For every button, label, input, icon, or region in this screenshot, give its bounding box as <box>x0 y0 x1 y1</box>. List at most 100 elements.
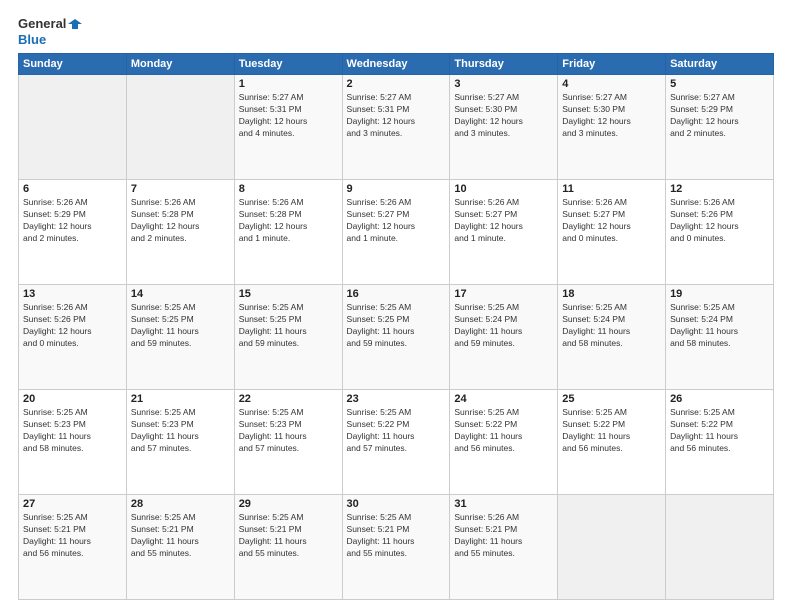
page: General Blue SundayMondayTuesdayWednesda… <box>0 0 792 612</box>
logo-text: General Blue <box>18 16 82 47</box>
calendar-cell: 21 Sunrise: 5:25 AMSunset: 5:23 PMDayligh… <box>126 390 234 495</box>
calendar-cell: 12Sunrise: 5:26 AMSunset: 5:26 PMDayligh… <box>666 180 774 285</box>
day-info: Sunrise: 5:27 AMSunset: 5:29 PMDaylight:… <box>670 92 769 140</box>
calendar-cell <box>126 75 234 180</box>
day-info: Sunrise: 5:27 AMSunset: 5:31 PMDaylight:… <box>347 92 446 140</box>
day-info: Sunrise: 5:27 AMSunset: 5:30 PMDaylight:… <box>562 92 661 140</box>
day-number: 18 <box>562 288 661 300</box>
calendar-cell: 19 Sunrise: 5:25 AMSunset: 5:24 PMDayligh… <box>666 285 774 390</box>
calendar-cell: 30 Sunrise: 5:25 AMSunset: 5:21 PMDayligh… <box>342 495 450 600</box>
day-number: 7 <box>131 183 230 195</box>
week-row-1: 6Sunrise: 5:26 AMSunset: 5:29 PMDaylight… <box>19 180 774 285</box>
day-number: 30 <box>347 498 446 510</box>
day-number: 19 <box>670 288 769 300</box>
calendar-cell: 2 Sunrise: 5:27 AMSunset: 5:31 PMDaylight… <box>342 75 450 180</box>
day-info: Sunrise: 5:25 AMSunset: 5:22 PMDaylight:… <box>454 407 553 455</box>
day-info: Sunrise: 5:25 AMSunset: 5:21 PMDaylight:… <box>131 512 230 560</box>
day-info: Sunrise: 5:26 AMSunset: 5:27 PMDaylight:… <box>347 197 446 245</box>
day-number: 22 <box>239 393 338 405</box>
calendar-cell: 4 Sunrise: 5:27 AMSunset: 5:30 PMDaylight… <box>558 75 666 180</box>
col-header-saturday: Saturday <box>666 54 774 75</box>
calendar-cell: 24 Sunrise: 5:25 AMSunset: 5:22 PMDayligh… <box>450 390 558 495</box>
day-info: Sunrise: 5:25 AMSunset: 5:22 PMDaylight:… <box>670 407 769 455</box>
day-info: Sunrise: 5:25 AMSunset: 5:21 PMDaylight:… <box>347 512 446 560</box>
day-number: 27 <box>23 498 122 510</box>
day-info: Sunrise: 5:25 AMSunset: 5:22 PMDaylight:… <box>347 407 446 455</box>
calendar-cell <box>558 495 666 600</box>
day-number: 28 <box>131 498 230 510</box>
day-info: Sunrise: 5:26 AMSunset: 5:27 PMDaylight:… <box>454 197 553 245</box>
day-number: 1 <box>239 78 338 90</box>
col-header-thursday: Thursday <box>450 54 558 75</box>
day-number: 9 <box>347 183 446 195</box>
day-number: 13 <box>23 288 122 300</box>
day-info: Sunrise: 5:25 AMSunset: 5:21 PMDaylight:… <box>239 512 338 560</box>
day-number: 16 <box>347 288 446 300</box>
day-info: Sunrise: 5:25 AMSunset: 5:21 PMDaylight:… <box>23 512 122 560</box>
day-info: Sunrise: 5:25 AMSunset: 5:24 PMDaylight:… <box>562 302 661 350</box>
calendar-cell: 9 Sunrise: 5:26 AMSunset: 5:27 PMDaylight… <box>342 180 450 285</box>
calendar-cell: 28 Sunrise: 5:25 AMSunset: 5:21 PMDayligh… <box>126 495 234 600</box>
day-info: Sunrise: 5:27 AMSunset: 5:31 PMDaylight:… <box>239 92 338 140</box>
day-number: 31 <box>454 498 553 510</box>
day-info: Sunrise: 5:25 AMSunset: 5:25 PMDaylight:… <box>347 302 446 350</box>
day-number: 21 <box>131 393 230 405</box>
calendar-cell: 6Sunrise: 5:26 AMSunset: 5:29 PMDaylight… <box>19 180 127 285</box>
calendar-cell: 31Sunrise: 5:26 AMSunset: 5:21 PMDayligh… <box>450 495 558 600</box>
day-info: Sunrise: 5:25 AMSunset: 5:23 PMDaylight:… <box>239 407 338 455</box>
day-number: 4 <box>562 78 661 90</box>
day-number: 24 <box>454 393 553 405</box>
calendar-cell: 23 Sunrise: 5:25 AMSunset: 5:22 PMDayligh… <box>342 390 450 495</box>
calendar-cell: 16 Sunrise: 5:25 AMSunset: 5:25 PMDayligh… <box>342 285 450 390</box>
calendar-cell: 1 Sunrise: 5:27 AMSunset: 5:31 PMDaylight… <box>234 75 342 180</box>
calendar-cell: 15Sunrise: 5:25 AMSunset: 5:25 PMDayligh… <box>234 285 342 390</box>
week-row-4: 27 Sunrise: 5:25 AMSunset: 5:21 PMDayligh… <box>19 495 774 600</box>
calendar-cell: 11 Sunrise: 5:26 AMSunset: 5:27 PMDayligh… <box>558 180 666 285</box>
day-info: Sunrise: 5:25 AMSunset: 5:23 PMDaylight:… <box>131 407 230 455</box>
day-info: Sunrise: 5:25 AMSunset: 5:23 PMDaylight:… <box>23 407 122 455</box>
day-info: Sunrise: 5:26 AMSunset: 5:27 PMDaylight:… <box>562 197 661 245</box>
week-row-0: 1 Sunrise: 5:27 AMSunset: 5:31 PMDaylight… <box>19 75 774 180</box>
day-number: 26 <box>670 393 769 405</box>
week-row-3: 20 Sunrise: 5:25 AMSunset: 5:23 PMDayligh… <box>19 390 774 495</box>
col-header-friday: Friday <box>558 54 666 75</box>
day-info: Sunrise: 5:26 AMSunset: 5:26 PMDaylight:… <box>670 197 769 245</box>
day-number: 5 <box>670 78 769 90</box>
calendar-cell <box>666 495 774 600</box>
calendar-cell: 27 Sunrise: 5:25 AMSunset: 5:21 PMDayligh… <box>19 495 127 600</box>
day-info: Sunrise: 5:25 AMSunset: 5:24 PMDaylight:… <box>670 302 769 350</box>
calendar-cell: 3Sunrise: 5:27 AMSunset: 5:30 PMDaylight… <box>450 75 558 180</box>
day-number: 3 <box>454 78 553 90</box>
day-info: Sunrise: 5:25 AMSunset: 5:24 PMDaylight:… <box>454 302 553 350</box>
day-number: 25 <box>562 393 661 405</box>
calendar-cell: 17Sunrise: 5:25 AMSunset: 5:24 PMDayligh… <box>450 285 558 390</box>
day-number: 20 <box>23 393 122 405</box>
day-number: 15 <box>239 288 338 300</box>
calendar-cell: 29Sunrise: 5:25 AMSunset: 5:21 PMDayligh… <box>234 495 342 600</box>
day-info: Sunrise: 5:26 AMSunset: 5:28 PMDaylight:… <box>239 197 338 245</box>
calendar-cell: 8 Sunrise: 5:26 AMSunset: 5:28 PMDaylight… <box>234 180 342 285</box>
day-number: 23 <box>347 393 446 405</box>
calendar-cell <box>19 75 127 180</box>
day-info: Sunrise: 5:26 AMSunset: 5:29 PMDaylight:… <box>23 197 122 245</box>
calendar-cell: 25 Sunrise: 5:25 AMSunset: 5:22 PMDayligh… <box>558 390 666 495</box>
day-number: 8 <box>239 183 338 195</box>
calendar-cell: 20 Sunrise: 5:25 AMSunset: 5:23 PMDayligh… <box>19 390 127 495</box>
day-number: 2 <box>347 78 446 90</box>
logo: General Blue <box>18 16 82 47</box>
week-row-2: 13 Sunrise: 5:26 AMSunset: 5:26 PMDayligh… <box>19 285 774 390</box>
day-number: 11 <box>562 183 661 195</box>
calendar-cell: 7Sunrise: 5:26 AMSunset: 5:28 PMDaylight… <box>126 180 234 285</box>
day-info: Sunrise: 5:25 AMSunset: 5:25 PMDaylight:… <box>131 302 230 350</box>
header-row: SundayMondayTuesdayWednesdayThursdayFrid… <box>19 54 774 75</box>
day-info: Sunrise: 5:26 AMSunset: 5:26 PMDaylight:… <box>23 302 122 350</box>
calendar-table: SundayMondayTuesdayWednesdayThursdayFrid… <box>18 53 774 600</box>
day-info: Sunrise: 5:25 AMSunset: 5:22 PMDaylight:… <box>562 407 661 455</box>
day-number: 14 <box>131 288 230 300</box>
calendar-cell: 13 Sunrise: 5:26 AMSunset: 5:26 PMDayligh… <box>19 285 127 390</box>
calendar-cell: 22 Sunrise: 5:25 AMSunset: 5:23 PMDayligh… <box>234 390 342 495</box>
calendar-cell: 10Sunrise: 5:26 AMSunset: 5:27 PMDayligh… <box>450 180 558 285</box>
col-header-monday: Monday <box>126 54 234 75</box>
col-header-wednesday: Wednesday <box>342 54 450 75</box>
calendar-cell: 18 Sunrise: 5:25 AMSunset: 5:24 PMDayligh… <box>558 285 666 390</box>
